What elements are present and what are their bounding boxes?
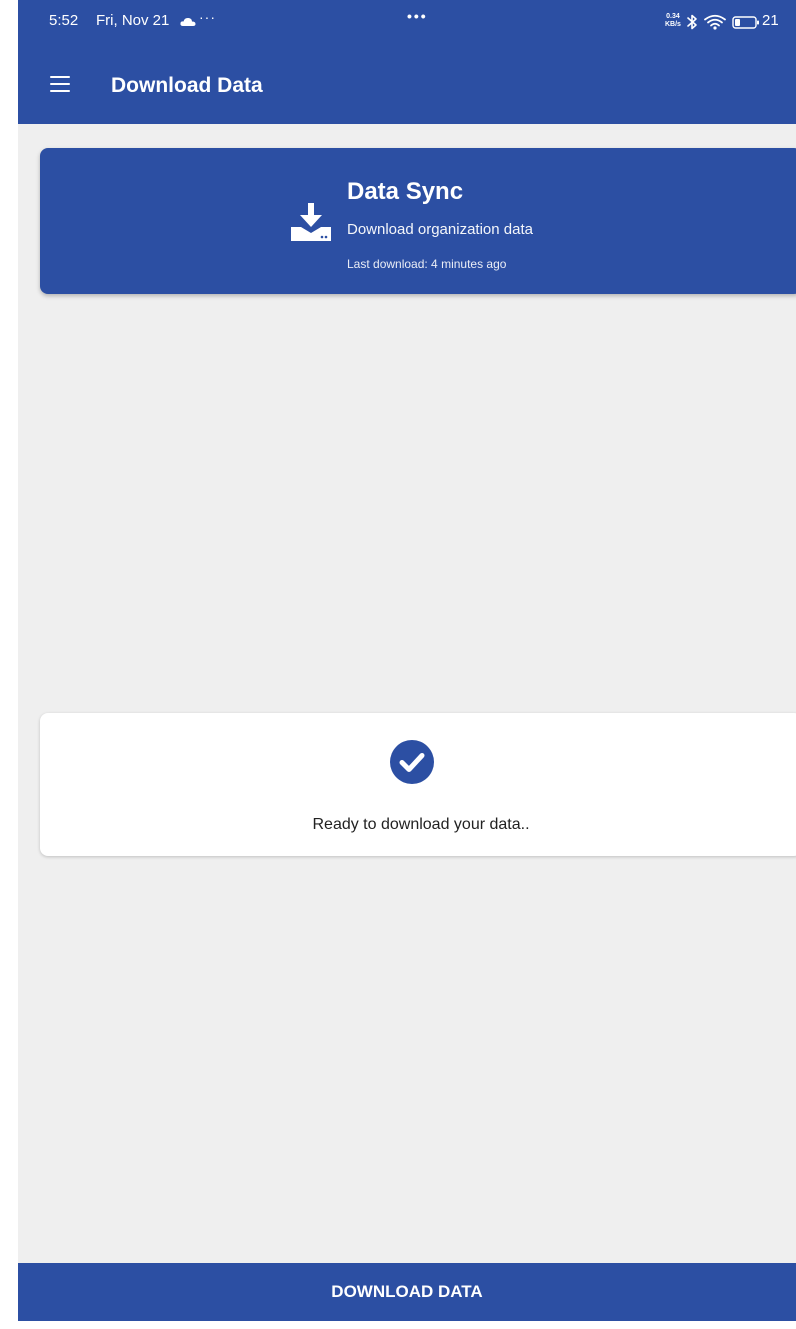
status-time: 5:52 (49, 12, 79, 29)
download-data-button[interactable]: DOWNLOAD DATA (18, 1263, 796, 1321)
battery-icon (732, 16, 759, 29)
app-bar: Download Data (18, 46, 796, 124)
status-date: Fri, Nov 21 (96, 12, 170, 29)
sync-title: Data Sync (347, 178, 464, 205)
battery-level: 21 (762, 12, 779, 29)
page-title: Download Data (111, 74, 263, 97)
status-card: Ready to download your data.. (40, 713, 796, 856)
status-center-dots-icon: ••• (407, 8, 428, 24)
download-tray-icon (291, 203, 331, 241)
wifi-icon (704, 14, 726, 30)
data-sync-card: Data Sync Download organization data Las… (40, 148, 796, 294)
app-screen: 5:52 Fri, Nov 21 ··· ••• 0.34 KB/s 21 Do… (18, 0, 796, 1321)
network-speed-value: 0.34 (666, 13, 680, 20)
check-circle-icon (390, 740, 434, 784)
status-more-icon: ··· (199, 9, 216, 25)
hamburger-menu-icon[interactable] (50, 76, 70, 92)
network-speed-unit: KB/s (665, 21, 681, 28)
cloud-icon (180, 17, 196, 26)
last-download-text: Last download: 4 minutes ago (347, 257, 507, 271)
status-message: Ready to download your data.. (312, 816, 530, 833)
status-bar: 5:52 Fri, Nov 21 ··· ••• 0.34 KB/s 21 (18, 0, 796, 46)
sync-subtitle: Download organization data (347, 221, 533, 238)
bluetooth-icon (687, 14, 697, 30)
network-speed: 0.34 KB/s (665, 13, 681, 29)
